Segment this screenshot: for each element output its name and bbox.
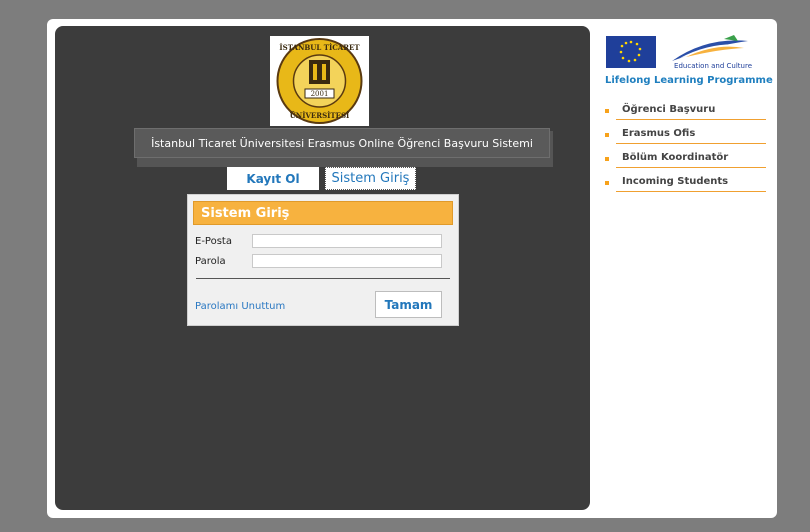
sidebar-menu: Öğrenci Başvuru Erasmus Ofis Bölüm Koord…	[600, 100, 766, 196]
sidebar-item-ogrenci-basvuru[interactable]: Öğrenci Başvuru	[600, 100, 766, 124]
eu-logo-caption: Education and Culture	[674, 62, 752, 70]
divider	[616, 167, 766, 168]
forgot-password-link[interactable]: Parolamı Unuttum	[195, 301, 285, 312]
divider	[616, 191, 766, 192]
logo-ring-bottom-text: ÜNİVERSİTESİ	[290, 111, 350, 120]
tab-register[interactable]: Kayıt Ol	[227, 167, 319, 190]
submit-button[interactable]: Tamam	[375, 291, 442, 318]
sidebar-item-bolum-koordinator[interactable]: Bölüm Koordinatör	[600, 148, 766, 172]
password-label: Parola	[195, 256, 226, 267]
sidebar-item-label[interactable]: Öğrenci Başvuru	[622, 104, 715, 115]
divider	[616, 143, 766, 144]
password-field[interactable]	[252, 254, 442, 268]
logo-ring-top-text: İSTANBUL TİCARET	[279, 43, 360, 52]
tab-login[interactable]: Sistem Giriş	[325, 167, 416, 190]
bullet-icon	[605, 109, 609, 113]
programme-name: Lifelong Learning Programme	[605, 75, 773, 86]
sidebar-item-label[interactable]: Incoming Students	[622, 176, 728, 187]
form-divider	[196, 278, 450, 279]
bullet-icon	[605, 133, 609, 137]
sidebar-item-erasmus-ofis[interactable]: Erasmus Ofis	[600, 124, 766, 148]
bullet-icon	[605, 157, 609, 161]
university-logo: 2001 İSTANBUL TİCARET ÜNİVERSİTESİ	[270, 36, 369, 126]
logo-year-text: 2001	[311, 90, 329, 98]
email-label: E-Posta	[195, 236, 232, 247]
email-field[interactable]	[252, 234, 442, 248]
login-form: Sistem Giriş E-Posta Parola Parolamı Unu…	[187, 194, 459, 326]
eu-logo: Education and Culture	[606, 35, 754, 75]
bullet-icon	[605, 181, 609, 185]
login-form-title: Sistem Giriş	[193, 201, 453, 225]
sidebar-item-label[interactable]: Bölüm Koordinatör	[622, 152, 728, 163]
sidebar-item-incoming-students[interactable]: Incoming Students	[600, 172, 766, 196]
page-title: İstanbul Ticaret Üniversitesi Erasmus On…	[134, 128, 550, 158]
sidebar-item-label[interactable]: Erasmus Ofis	[622, 128, 695, 139]
divider	[616, 119, 766, 120]
